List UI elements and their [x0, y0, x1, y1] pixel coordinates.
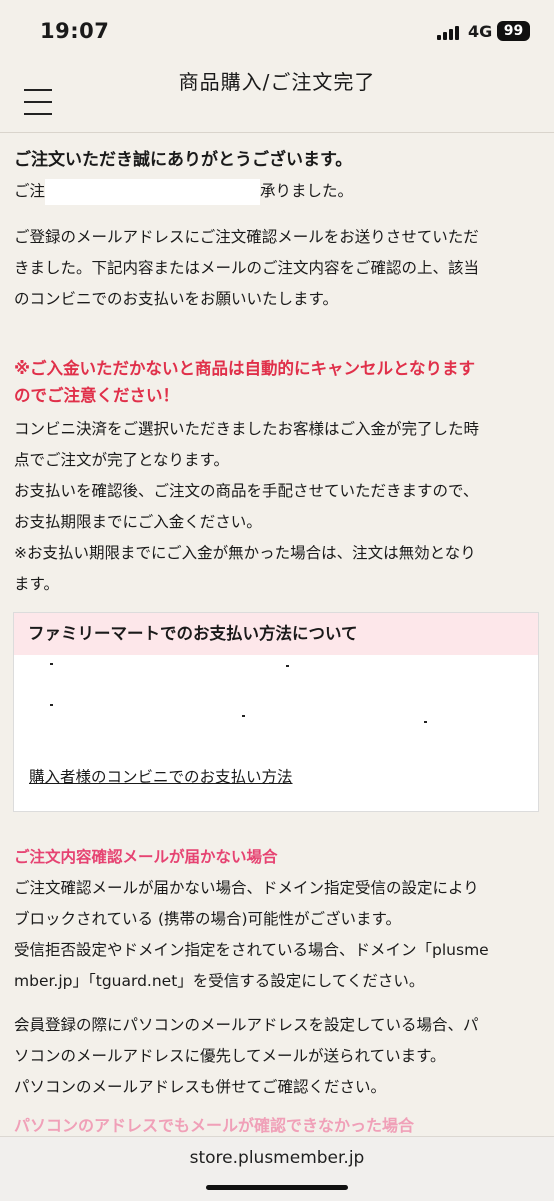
pc-address-notice: 会員登録の際にパソコンのメールアドレスを設定している場合、パ ソコンのメールアド…: [14, 1010, 540, 1103]
cellular-signal-icon: [437, 26, 463, 40]
redaction-artifact: [50, 704, 53, 706]
text-line: のコンビニでのお支払いをお願いいたします。: [14, 290, 338, 308]
section-heading: ご注文内容確認メールが届かない場合: [14, 848, 278, 866]
intro-text: ご登録のメールアドレスにご注文確認メールをお送りさせていただ きました。下記内容…: [14, 222, 540, 315]
warning-line: のでご注意ください！: [14, 386, 179, 405]
text-line: ソコンのメールアドレスに優先してメールが送られています。: [14, 1047, 446, 1065]
header-divider: [0, 132, 554, 133]
redaction-artifact: [424, 721, 427, 723]
text-line: mber.jp」「tguard.net」を受信する設定にしてください。: [14, 972, 425, 990]
redaction-artifact: [286, 665, 289, 667]
status-time: 19:07: [40, 19, 110, 43]
order-number-line: ご注 承りました。: [14, 176, 540, 207]
page-title: 商品購入/ご注文完了: [178, 70, 376, 94]
text-line: ご登録のメールアドレスにご注文確認メールをお送りさせていただ: [14, 228, 479, 246]
text-line: コンビニ決済をご選択いただきましたお客様はご入金が完了した時: [14, 420, 480, 438]
status-bar: 19:07 4G 99: [0, 0, 554, 62]
mail-not-received-section: ご注文内容確認メールが届かない場合 ご注文確認メールが届かない場合、ドメイン指定…: [14, 842, 540, 997]
payment-method-link[interactable]: 購入者様のコンビニでのお支払い方法: [29, 765, 293, 787]
order-line-start: ご注: [14, 182, 46, 200]
text-line: ご注文確認メールが届かない場合、ドメイン指定受信の設定により: [14, 879, 479, 897]
text-line: パソコンのメールアドレスも併せてご確認ください。: [14, 1078, 387, 1096]
payment-box-title: ファミリーマートでのお支払い方法について: [14, 613, 538, 655]
hamburger-menu-icon[interactable]: [24, 89, 52, 115]
order-line-end: 承りました。: [260, 182, 354, 200]
redaction-artifact: [242, 715, 245, 717]
cancel-warning: ※ご入金いただかないと商品は自動的にキャンセルとなります のでご注意ください！: [14, 355, 540, 409]
text-line: お支払いを確認後、ご注文の商品を手配させていただきますので、: [14, 482, 479, 500]
text-line: 点でご注文が完了となります。: [14, 451, 229, 469]
text-line: ます。: [14, 575, 59, 593]
payment-method-box: ファミリーマートでのお支払い方法について 購入者様のコンビニでのお支払い方法: [13, 612, 539, 812]
payment-notice: コンビニ決済をご選択いただきましたお客様はご入金が完了した時 点でご注文が完了と…: [14, 414, 540, 600]
text-line: ※お支払い期限までにご入金が無かった場合は、注文は無効となり: [14, 544, 476, 562]
partial-heading: パソコンのアドレスでもメールが確認できなかった場合: [14, 1116, 415, 1135]
home-indicator[interactable]: [206, 1185, 348, 1190]
text-line: お支払期限までにご入金ください。: [14, 513, 262, 531]
text-line: 会員登録の際にパソコンのメールアドレスを設定している場合、パ: [14, 1016, 479, 1034]
redacted-area: [45, 178, 261, 205]
thanks-title: ご注文いただき誠にありがとうございます。: [14, 150, 353, 170]
browser-address-bar[interactable]: store.plusmember.jp: [0, 1136, 554, 1201]
url-text[interactable]: store.plusmember.jp: [0, 1148, 554, 1168]
text-line: きました。下記内容またはメールのご注文内容をご確認の上、該当: [14, 259, 480, 277]
warning-line: ※ご入金いただかないと商品は自動的にキャンセルとなります: [14, 359, 476, 378]
battery-icon: 99: [497, 21, 530, 41]
network-type: 4G: [468, 22, 493, 41]
text-line: 受信拒否設定やドメイン指定をされている場合、ドメイン「plusme: [14, 941, 489, 959]
redaction-artifact: [50, 663, 53, 665]
text-line: ブロックされている (携帯の場合)可能性がございます。: [14, 910, 402, 928]
